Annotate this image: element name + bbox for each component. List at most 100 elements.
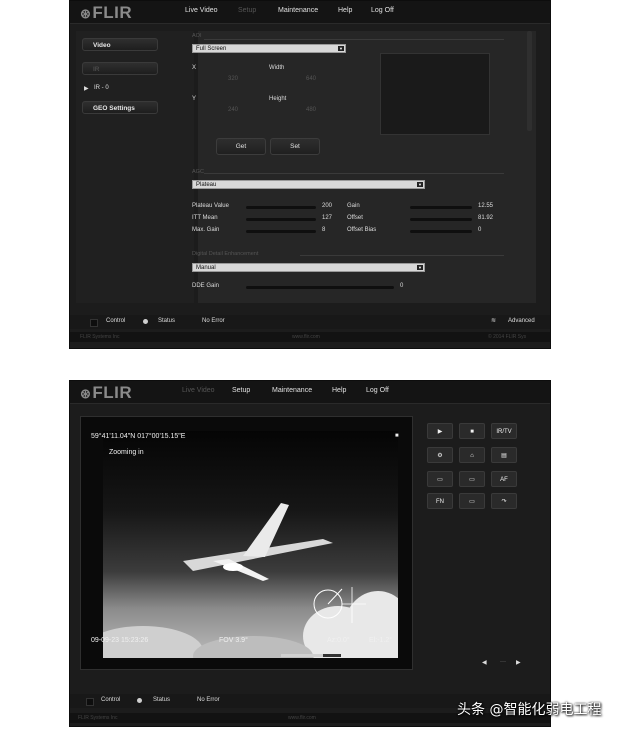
- preset-button[interactable]: ▤: [491, 447, 517, 463]
- redo-button[interactable]: ↷: [491, 493, 517, 509]
- gain-value: 12.55: [478, 203, 494, 209]
- menu-maintenance[interactable]: Maintenance: [272, 387, 312, 394]
- sidebar-item-ir[interactable]: IR: [82, 62, 158, 75]
- width-value[interactable]: 640: [306, 76, 316, 82]
- prev-arrow-icon[interactable]: ◀: [482, 659, 487, 666]
- dde-mode-select[interactable]: Manual ▼: [192, 263, 425, 272]
- status-indicator: [137, 698, 142, 703]
- divider: [300, 255, 504, 256]
- maxgain-value: 8: [322, 227, 326, 233]
- aoi-preview: [380, 53, 490, 135]
- chevron-down-icon: ▼: [338, 46, 344, 51]
- fov-readout: FOV 3.9°: [219, 637, 248, 644]
- ir-tv-button[interactable]: IR/TV: [491, 423, 517, 439]
- advanced-link[interactable]: Advanced: [508, 318, 535, 324]
- status-label: Status: [153, 697, 171, 703]
- x-value[interactable]: 320: [228, 76, 238, 82]
- gain-slider[interactable]: [410, 206, 472, 209]
- height-label: Height: [269, 96, 287, 102]
- aircraft-image: [183, 503, 333, 581]
- offset-slider[interactable]: [410, 218, 472, 221]
- agc-mode-select[interactable]: Plateau ▼: [192, 180, 425, 189]
- record-button[interactable]: ▭: [459, 471, 485, 487]
- get-button[interactable]: Get: [216, 138, 266, 155]
- fn-button[interactable]: FN: [427, 493, 453, 509]
- set-button[interactable]: Set: [270, 138, 320, 155]
- menu-logout[interactable]: Log Off: [366, 387, 389, 394]
- chevron-down-icon: ▼: [417, 182, 423, 187]
- maxgain-slider[interactable]: [246, 230, 316, 233]
- sidebar-item-ir-0[interactable]: IR - 0: [94, 85, 109, 91]
- plateau-slider[interactable]: [246, 206, 316, 209]
- autofocus-button[interactable]: AF: [491, 471, 517, 487]
- sidebar-item-geo[interactable]: GEO Settings: [82, 101, 158, 114]
- status-bar: [70, 315, 550, 329]
- nav-separator: —: [500, 659, 506, 665]
- menu-live-video[interactable]: Live Video: [185, 7, 218, 14]
- offset-label: Offset: [347, 215, 363, 221]
- footer-copyright: © 2014 FLIR Sys: [488, 334, 527, 340]
- dde-gain-value: 0: [400, 283, 404, 289]
- setup-window: ⊛FLIR Live Video Setup Maintenance Help …: [69, 0, 551, 349]
- scrollbar[interactable]: [527, 31, 532, 131]
- record-icon: ■: [395, 433, 399, 439]
- azimuth-readout: Az:0.0°: [327, 637, 350, 644]
- settings-button[interactable]: ⚙: [427, 447, 453, 463]
- progress-fill: [281, 654, 323, 657]
- itt-slider[interactable]: [246, 218, 316, 221]
- control-label: Control: [106, 318, 126, 324]
- crosshair-icon: [313, 587, 366, 623]
- menu-help[interactable]: Help: [338, 7, 352, 14]
- watermark-text: 头条 @智能化弱电工程: [457, 702, 602, 718]
- footer-company: FLIR Systems Inc: [78, 715, 118, 721]
- play-button[interactable]: ▶: [427, 423, 453, 439]
- x-label: X: [192, 65, 197, 71]
- control-checkbox[interactable]: [90, 319, 98, 327]
- gain-label: Gain: [347, 203, 360, 209]
- divider: [204, 173, 504, 174]
- aoi-section-title: AOI: [192, 33, 202, 39]
- stop-button[interactable]: ■: [459, 423, 485, 439]
- footer-website[interactable]: www.flir.com: [288, 715, 316, 721]
- focus-button[interactable]: ▭: [427, 471, 453, 487]
- flir-logo: ⊛FLIR: [80, 3, 133, 22]
- home-button[interactable]: ⌂: [459, 447, 485, 463]
- y-value[interactable]: 240: [228, 107, 238, 113]
- dde-section-title: Digital Detail Enhancement: [192, 251, 259, 257]
- menu-maintenance[interactable]: Maintenance: [278, 7, 318, 14]
- dde-gain-label: DDE Gain: [192, 283, 220, 289]
- elevation-readout: El:-1.2°: [369, 637, 393, 644]
- menu-setup[interactable]: Setup: [238, 7, 256, 14]
- menu-live-video[interactable]: Live Video: [182, 387, 215, 394]
- menu-setup[interactable]: Setup: [232, 387, 250, 394]
- height-value[interactable]: 480: [306, 107, 316, 113]
- wifi-icon: ≋: [491, 318, 497, 324]
- footer-company: FLIR Systems Inc: [80, 334, 120, 340]
- plateau-label: Plateau Value: [192, 203, 229, 209]
- status-label: Status: [158, 318, 176, 324]
- menu-logout[interactable]: Log Off: [371, 7, 394, 14]
- agc-section-title: AGC: [192, 169, 204, 175]
- offset-value: 81.92: [478, 215, 494, 221]
- footer-website[interactable]: www.flir.com: [292, 334, 320, 340]
- dde-gain-slider[interactable]: [246, 286, 394, 289]
- thermal-video[interactable]: [103, 431, 398, 658]
- chevron-down-icon: ▼: [417, 265, 423, 270]
- camera-button[interactable]: ▭: [459, 493, 485, 509]
- control-checkbox[interactable]: [86, 698, 94, 706]
- plateau-value: 200: [322, 203, 333, 209]
- offsetbias-slider[interactable]: [410, 230, 472, 233]
- top-nav-bar: ⊛FLIR Live Video Setup Maintenance Help …: [70, 1, 550, 24]
- aoi-mode-select[interactable]: Full Screen ▼: [192, 44, 346, 53]
- status-indicator: [143, 319, 148, 324]
- live-video-window: ⊛FLIR Live Video Setup Maintenance Help …: [69, 380, 551, 727]
- sidebar-item-video[interactable]: Video: [82, 38, 158, 51]
- expand-icon[interactable]: ▶: [84, 85, 89, 92]
- width-label: Width: [269, 65, 285, 71]
- offsetbias-value: 0: [478, 227, 482, 233]
- itt-label: ITT Mean: [192, 215, 218, 221]
- maxgain-label: Max. Gain: [192, 227, 220, 233]
- next-arrow-icon[interactable]: ▶: [516, 659, 521, 666]
- timestamp: 09-09-23 15:23:26: [91, 637, 149, 644]
- menu-help[interactable]: Help: [332, 387, 346, 394]
